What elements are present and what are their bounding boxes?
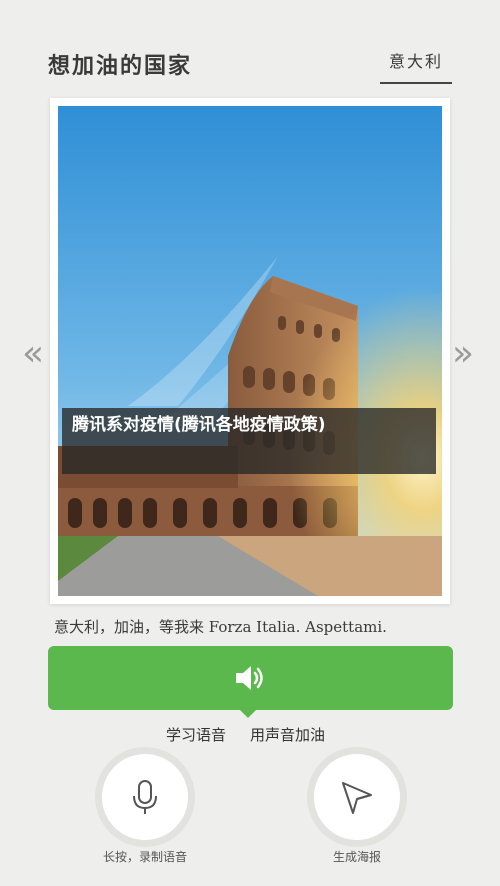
record-voice-button[interactable] [102, 754, 188, 840]
cheer-text: 意大利，加油，等我来 Forza Italia. Aspettami. [54, 618, 387, 636]
next-arrow-icon[interactable]: » [452, 336, 474, 372]
page-title: 想加油的国家 [48, 53, 193, 79]
send-icon [342, 782, 372, 814]
country-underline [380, 82, 452, 84]
colosseum-illustration [58, 106, 442, 596]
microphone-icon [133, 780, 157, 814]
photo-card [50, 98, 450, 604]
voice-bar-pointer [238, 708, 258, 718]
play-voice-button[interactable] [48, 646, 453, 710]
speaker-icon [236, 666, 263, 690]
generate-poster-label: 生成海报 [332, 850, 381, 864]
tab-cheer-with-voice[interactable]: 用声音加油 [250, 724, 325, 745]
generate-poster-button[interactable] [314, 754, 400, 840]
colosseum-photo [58, 106, 442, 596]
tab-learn-voice[interactable]: 学习语音 [166, 724, 226, 745]
record-voice-label: 长按，录制语音 [102, 850, 187, 864]
prev-arrow-icon[interactable]: « [22, 336, 44, 372]
country-selector[interactable]: 意大利 [380, 48, 452, 84]
country-label[interactable]: 意大利 [380, 48, 452, 72]
news-caption-overlay[interactable]: 腾讯系对疫情(腾讯各地疫情政策) [62, 408, 436, 474]
